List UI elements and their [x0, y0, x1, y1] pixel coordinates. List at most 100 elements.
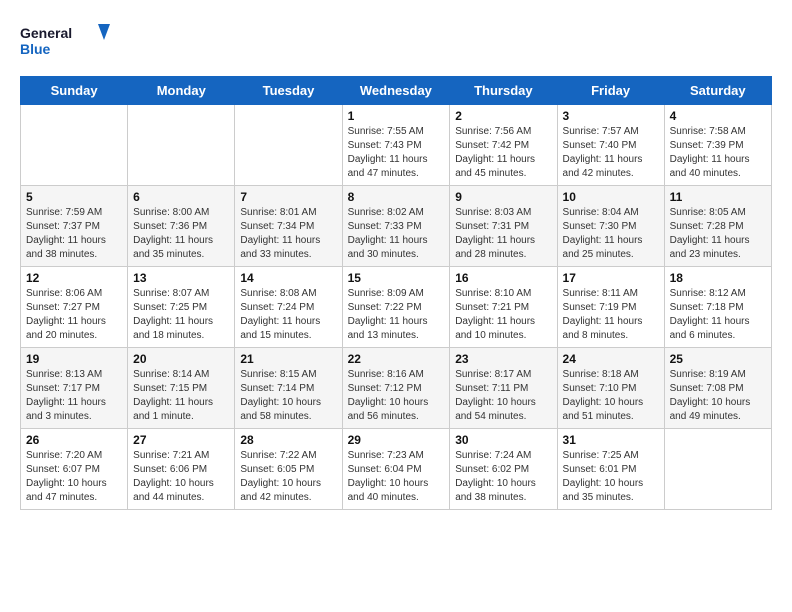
weekday-header-monday: Monday: [128, 77, 235, 105]
calendar-cell: 18 Sunrise: 8:12 AM Sunset: 7:18 PM Dayli…: [664, 267, 771, 348]
weekday-header-sunday: Sunday: [21, 77, 128, 105]
day-info: Sunrise: 8:04 AM Sunset: 7:30 PM Dayligh…: [563, 206, 659, 262]
day-info: Sunrise: 8:14 AM Sunset: 7:15 PM Dayligh…: [133, 368, 229, 424]
day-number: 26: [26, 433, 122, 447]
calendar-cell: 21Sunrise: 8:15 AM Sunset: 7:14 PM Dayli…: [235, 348, 342, 429]
day-number: 20: [133, 352, 229, 366]
calendar-week-row: 19 Sunrise: 8:13 AM Sunset: 7:17 PM Dayli…: [21, 348, 772, 429]
day-info: Sunrise: 7:56 AM Sunset: 7:42 PM Dayligh…: [455, 125, 551, 181]
day-number: 10: [563, 190, 659, 204]
weekday-header-tuesday: Tuesday: [235, 77, 342, 105]
calendar-cell: 7 Sunrise: 8:01 AM Sunset: 7:34 PM Daylig…: [235, 186, 342, 267]
day-number: 30: [455, 433, 551, 447]
day-number: 28: [240, 433, 336, 447]
calendar-cell: 15 Sunrise: 8:09 AM Sunset: 7:22 PM Dayli…: [342, 267, 450, 348]
calendar-cell: 26 Sunrise: 7:20 AM Sunset: 6:07 PM Dayli…: [21, 429, 128, 510]
day-info: Sunrise: 7:22 AM Sunset: 6:05 PM Dayligh…: [240, 449, 336, 505]
calendar-cell: 2 Sunrise: 7:56 AM Sunset: 7:42 PM Daylig…: [450, 105, 557, 186]
day-number: 8: [348, 190, 445, 204]
logo-svg: General Blue: [20, 20, 110, 60]
day-info: Sunrise: 8:10 AM Sunset: 7:21 PM Dayligh…: [455, 287, 551, 343]
day-number: 3: [563, 109, 659, 123]
calendar-cell: 3 Sunrise: 7:57 AM Sunset: 7:40 PM Daylig…: [557, 105, 664, 186]
calendar-cell: 24 Sunrise: 8:18 AM Sunset: 7:10 PM Dayli…: [557, 348, 664, 429]
day-number: 4: [670, 109, 766, 123]
calendar-week-row: 5 Sunrise: 7:59 AM Sunset: 7:37 PM Daylig…: [21, 186, 772, 267]
day-number: 13: [133, 271, 229, 285]
day-number: 22: [348, 352, 445, 366]
day-number: 9: [455, 190, 551, 204]
day-number: 2: [455, 109, 551, 123]
calendar-cell: 10 Sunrise: 8:04 AM Sunset: 7:30 PM Dayli…: [557, 186, 664, 267]
day-number: 5: [26, 190, 122, 204]
day-info: Sunrise: 8:00 AM Sunset: 7:36 PM Dayligh…: [133, 206, 229, 262]
day-number: 11: [670, 190, 766, 204]
day-info: Sunrise: 7:57 AM Sunset: 7:40 PM Dayligh…: [563, 125, 659, 181]
day-info: Sunrise: 8:07 AM Sunset: 7:25 PM Dayligh…: [133, 287, 229, 343]
calendar-cell: 8 Sunrise: 8:02 AM Sunset: 7:33 PM Daylig…: [342, 186, 450, 267]
calendar-cell: [21, 105, 128, 186]
day-info: Sunrise: 8:02 AM Sunset: 7:33 PM Dayligh…: [348, 206, 445, 262]
calendar-cell: 12 Sunrise: 8:06 AM Sunset: 7:27 PM Dayli…: [21, 267, 128, 348]
calendar-week-row: 12 Sunrise: 8:06 AM Sunset: 7:27 PM Dayli…: [21, 267, 772, 348]
day-number: 12: [26, 271, 122, 285]
calendar-cell: 19 Sunrise: 8:13 AM Sunset: 7:17 PM Dayli…: [21, 348, 128, 429]
day-info: Sunrise: 8:18 AM Sunset: 7:10 PM Dayligh…: [563, 368, 659, 424]
calendar-cell: 6Sunrise: 8:00 AM Sunset: 7:36 PM Daylig…: [128, 186, 235, 267]
day-info: Sunrise: 8:09 AM Sunset: 7:22 PM Dayligh…: [348, 287, 445, 343]
day-number: 24: [563, 352, 659, 366]
day-number: 29: [348, 433, 445, 447]
day-number: 17: [563, 271, 659, 285]
day-info: Sunrise: 7:59 AM Sunset: 7:37 PM Dayligh…: [26, 206, 122, 262]
day-number: 21: [240, 352, 336, 366]
day-info: Sunrise: 8:01 AM Sunset: 7:34 PM Dayligh…: [240, 206, 336, 262]
calendar-cell: 13 Sunrise: 8:07 AM Sunset: 7:25 PM Dayli…: [128, 267, 235, 348]
day-number: 18: [670, 271, 766, 285]
day-number: 1: [348, 109, 445, 123]
weekday-header-wednesday: Wednesday: [342, 77, 450, 105]
day-number: 19: [26, 352, 122, 366]
svg-text:Blue: Blue: [20, 41, 51, 57]
weekday-header-saturday: Saturday: [664, 77, 771, 105]
day-info: Sunrise: 7:20 AM Sunset: 6:07 PM Dayligh…: [26, 449, 122, 505]
calendar-table: SundayMondayTuesdayWednesdayThursdayFrid…: [20, 76, 772, 510]
day-info: Sunrise: 7:58 AM Sunset: 7:39 PM Dayligh…: [670, 125, 766, 181]
day-number: 31: [563, 433, 659, 447]
calendar-cell: 31Sunrise: 7:25 AM Sunset: 6:01 PM Dayli…: [557, 429, 664, 510]
calendar-cell: 1Sunrise: 7:55 AM Sunset: 7:43 PM Daylig…: [342, 105, 450, 186]
calendar-cell: 9 Sunrise: 8:03 AM Sunset: 7:31 PM Daylig…: [450, 186, 557, 267]
calendar-cell: 4 Sunrise: 7:58 AM Sunset: 7:39 PM Daylig…: [664, 105, 771, 186]
day-info: Sunrise: 8:12 AM Sunset: 7:18 PM Dayligh…: [670, 287, 766, 343]
logo: General Blue: [20, 20, 110, 60]
calendar-cell: [128, 105, 235, 186]
calendar-week-row: 26 Sunrise: 7:20 AM Sunset: 6:07 PM Dayli…: [21, 429, 772, 510]
calendar-cell: 25 Sunrise: 8:19 AM Sunset: 7:08 PM Dayli…: [664, 348, 771, 429]
day-info: Sunrise: 8:13 AM Sunset: 7:17 PM Dayligh…: [26, 368, 122, 424]
calendar-cell: 22 Sunrise: 8:16 AM Sunset: 7:12 PM Dayli…: [342, 348, 450, 429]
calendar-cell: 29 Sunrise: 7:23 AM Sunset: 6:04 PM Dayli…: [342, 429, 450, 510]
day-number: 15: [348, 271, 445, 285]
calendar-cell: [235, 105, 342, 186]
calendar-cell: 14Sunrise: 8:08 AM Sunset: 7:24 PM Dayli…: [235, 267, 342, 348]
calendar-cell: 11 Sunrise: 8:05 AM Sunset: 7:28 PM Dayli…: [664, 186, 771, 267]
day-number: 16: [455, 271, 551, 285]
day-number: 7: [240, 190, 336, 204]
calendar-cell: 17Sunrise: 8:11 AM Sunset: 7:19 PM Dayli…: [557, 267, 664, 348]
day-info: Sunrise: 8:05 AM Sunset: 7:28 PM Dayligh…: [670, 206, 766, 262]
day-number: 23: [455, 352, 551, 366]
day-info: Sunrise: 7:23 AM Sunset: 6:04 PM Dayligh…: [348, 449, 445, 505]
calendar-cell: 27 Sunrise: 7:21 AM Sunset: 6:06 PM Dayli…: [128, 429, 235, 510]
calendar-week-row: 1Sunrise: 7:55 AM Sunset: 7:43 PM Daylig…: [21, 105, 772, 186]
svg-text:General: General: [20, 25, 72, 41]
day-info: Sunrise: 8:19 AM Sunset: 7:08 PM Dayligh…: [670, 368, 766, 424]
calendar-cell: 28 Sunrise: 7:22 AM Sunset: 6:05 PM Dayli…: [235, 429, 342, 510]
calendar-cell: [664, 429, 771, 510]
day-number: 25: [670, 352, 766, 366]
weekday-header-friday: Friday: [557, 77, 664, 105]
weekday-header-thursday: Thursday: [450, 77, 557, 105]
day-info: Sunrise: 8:16 AM Sunset: 7:12 PM Dayligh…: [348, 368, 445, 424]
day-number: 27: [133, 433, 229, 447]
day-info: Sunrise: 8:06 AM Sunset: 7:27 PM Dayligh…: [26, 287, 122, 343]
day-info: Sunrise: 8:03 AM Sunset: 7:31 PM Dayligh…: [455, 206, 551, 262]
day-info: Sunrise: 7:21 AM Sunset: 6:06 PM Dayligh…: [133, 449, 229, 505]
